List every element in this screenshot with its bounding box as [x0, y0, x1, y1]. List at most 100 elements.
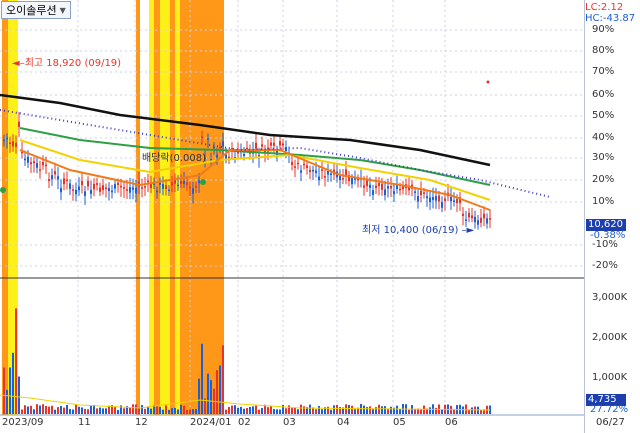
candle-body: [72, 189, 74, 191]
volume-bar: [189, 409, 191, 414]
volume-bar: [255, 405, 257, 414]
volume-bar: [12, 352, 14, 414]
candle-body: [372, 190, 374, 195]
candle-body: [369, 184, 371, 188]
candle-body: [90, 189, 92, 194]
low-arrow-icon: –►: [458, 225, 475, 236]
candle-body: [303, 163, 305, 166]
candle-body: [33, 161, 35, 164]
volume-bar: [282, 404, 284, 414]
volume-bar: [21, 409, 23, 414]
price-tick-label: 90%: [592, 24, 615, 35]
volume-bar: [366, 407, 368, 414]
volume-bar: [114, 406, 116, 414]
candle-body: [309, 169, 311, 172]
high-annotation: ◄–최고 18,920 (09/19): [12, 58, 122, 69]
volume-bar: [15, 308, 17, 414]
volume-bar: [72, 409, 74, 414]
candle-body: [60, 187, 62, 193]
volume-bar: [198, 378, 200, 414]
candle-body: [45, 164, 47, 167]
candle-body: [156, 190, 158, 193]
candle-body: [132, 187, 134, 190]
highlight-band: [170, 0, 175, 415]
candle-body: [297, 162, 299, 165]
volume-bar: [261, 408, 263, 414]
candle-body: [438, 195, 440, 202]
candle-body: [165, 185, 167, 190]
candle-body: [441, 202, 443, 208]
chart-stage[interactable]: 오이솔루션 ▼ ◄–최고 18,920 (09/19) 배당락(0.008) 최…: [0, 0, 640, 433]
candle-body: [306, 165, 308, 168]
candle-body: [96, 183, 98, 185]
lc-label: LC:2.12: [585, 2, 624, 13]
candle-body: [327, 170, 329, 175]
candle-body: [12, 141, 14, 147]
volume-bar: [408, 409, 410, 414]
volume-bar: [201, 343, 203, 414]
volume-bar: [378, 404, 380, 414]
highlight-band: [136, 0, 140, 415]
volume-bar: [294, 407, 296, 414]
candle-body: [195, 186, 197, 188]
volume-bar: [69, 409, 71, 414]
highlight-band: [2, 0, 8, 415]
high-arrow-icon: ◄–: [12, 58, 25, 69]
time-tick-label: 02: [238, 417, 251, 428]
candle-body: [399, 188, 401, 191]
candle-body: [150, 183, 152, 189]
candle-body: [108, 188, 110, 191]
volume-bar: [285, 408, 287, 414]
highlight-band: [175, 0, 180, 415]
volume-bar: [228, 406, 230, 414]
candle-body: [414, 191, 416, 193]
volume-bar: [84, 408, 86, 414]
stock-name-box[interactable]: 오이솔루션 ▼: [1, 1, 71, 19]
candle-body: [102, 185, 104, 191]
candle-body: [171, 182, 173, 186]
candle-body: [423, 192, 425, 194]
volume-bar: [219, 365, 221, 414]
candle-body: [42, 161, 44, 166]
volume-bar: [240, 406, 242, 414]
candle-body: [135, 187, 137, 194]
volume-bar: [336, 404, 338, 414]
volume-bar: [135, 404, 137, 414]
volume-bar: [174, 407, 176, 414]
volume-bar: [309, 404, 311, 414]
candle-body: [312, 169, 314, 172]
dropdown-icon[interactable]: ▼: [60, 6, 66, 15]
candle-body: [300, 170, 302, 173]
volume-bar: [42, 404, 44, 414]
candle-body: [48, 179, 50, 182]
highlight-band: [154, 0, 160, 415]
volume-bar: [90, 405, 92, 414]
signal-marker: [0, 187, 6, 193]
candle-body: [120, 185, 122, 188]
candle-body: [219, 146, 221, 149]
volume-bar: [333, 405, 335, 414]
candle-body: [381, 183, 383, 190]
volume-bar: [105, 408, 107, 414]
time-tick-label: 2023/09: [2, 417, 44, 428]
price-tick-label: 40%: [592, 132, 615, 143]
candle-body: [324, 176, 326, 178]
volume-bar: [192, 409, 194, 414]
volume-bar: [330, 409, 332, 414]
candle-body: [489, 218, 491, 220]
candle-body: [294, 166, 296, 168]
candle-body: [474, 216, 476, 223]
candle-body: [39, 169, 41, 171]
volume-bar: [372, 409, 374, 414]
volume-bar: [159, 406, 161, 414]
candle-body: [207, 138, 209, 140]
candle-body: [99, 187, 101, 192]
stray-dot: [486, 80, 490, 84]
volume-bar: [60, 406, 62, 414]
volume-bar: [63, 407, 65, 414]
volume-bar: [132, 404, 134, 414]
volume-bar: [300, 404, 302, 414]
candle-body: [162, 183, 164, 189]
candle-body: [75, 189, 77, 195]
volume-bar: [30, 405, 32, 414]
